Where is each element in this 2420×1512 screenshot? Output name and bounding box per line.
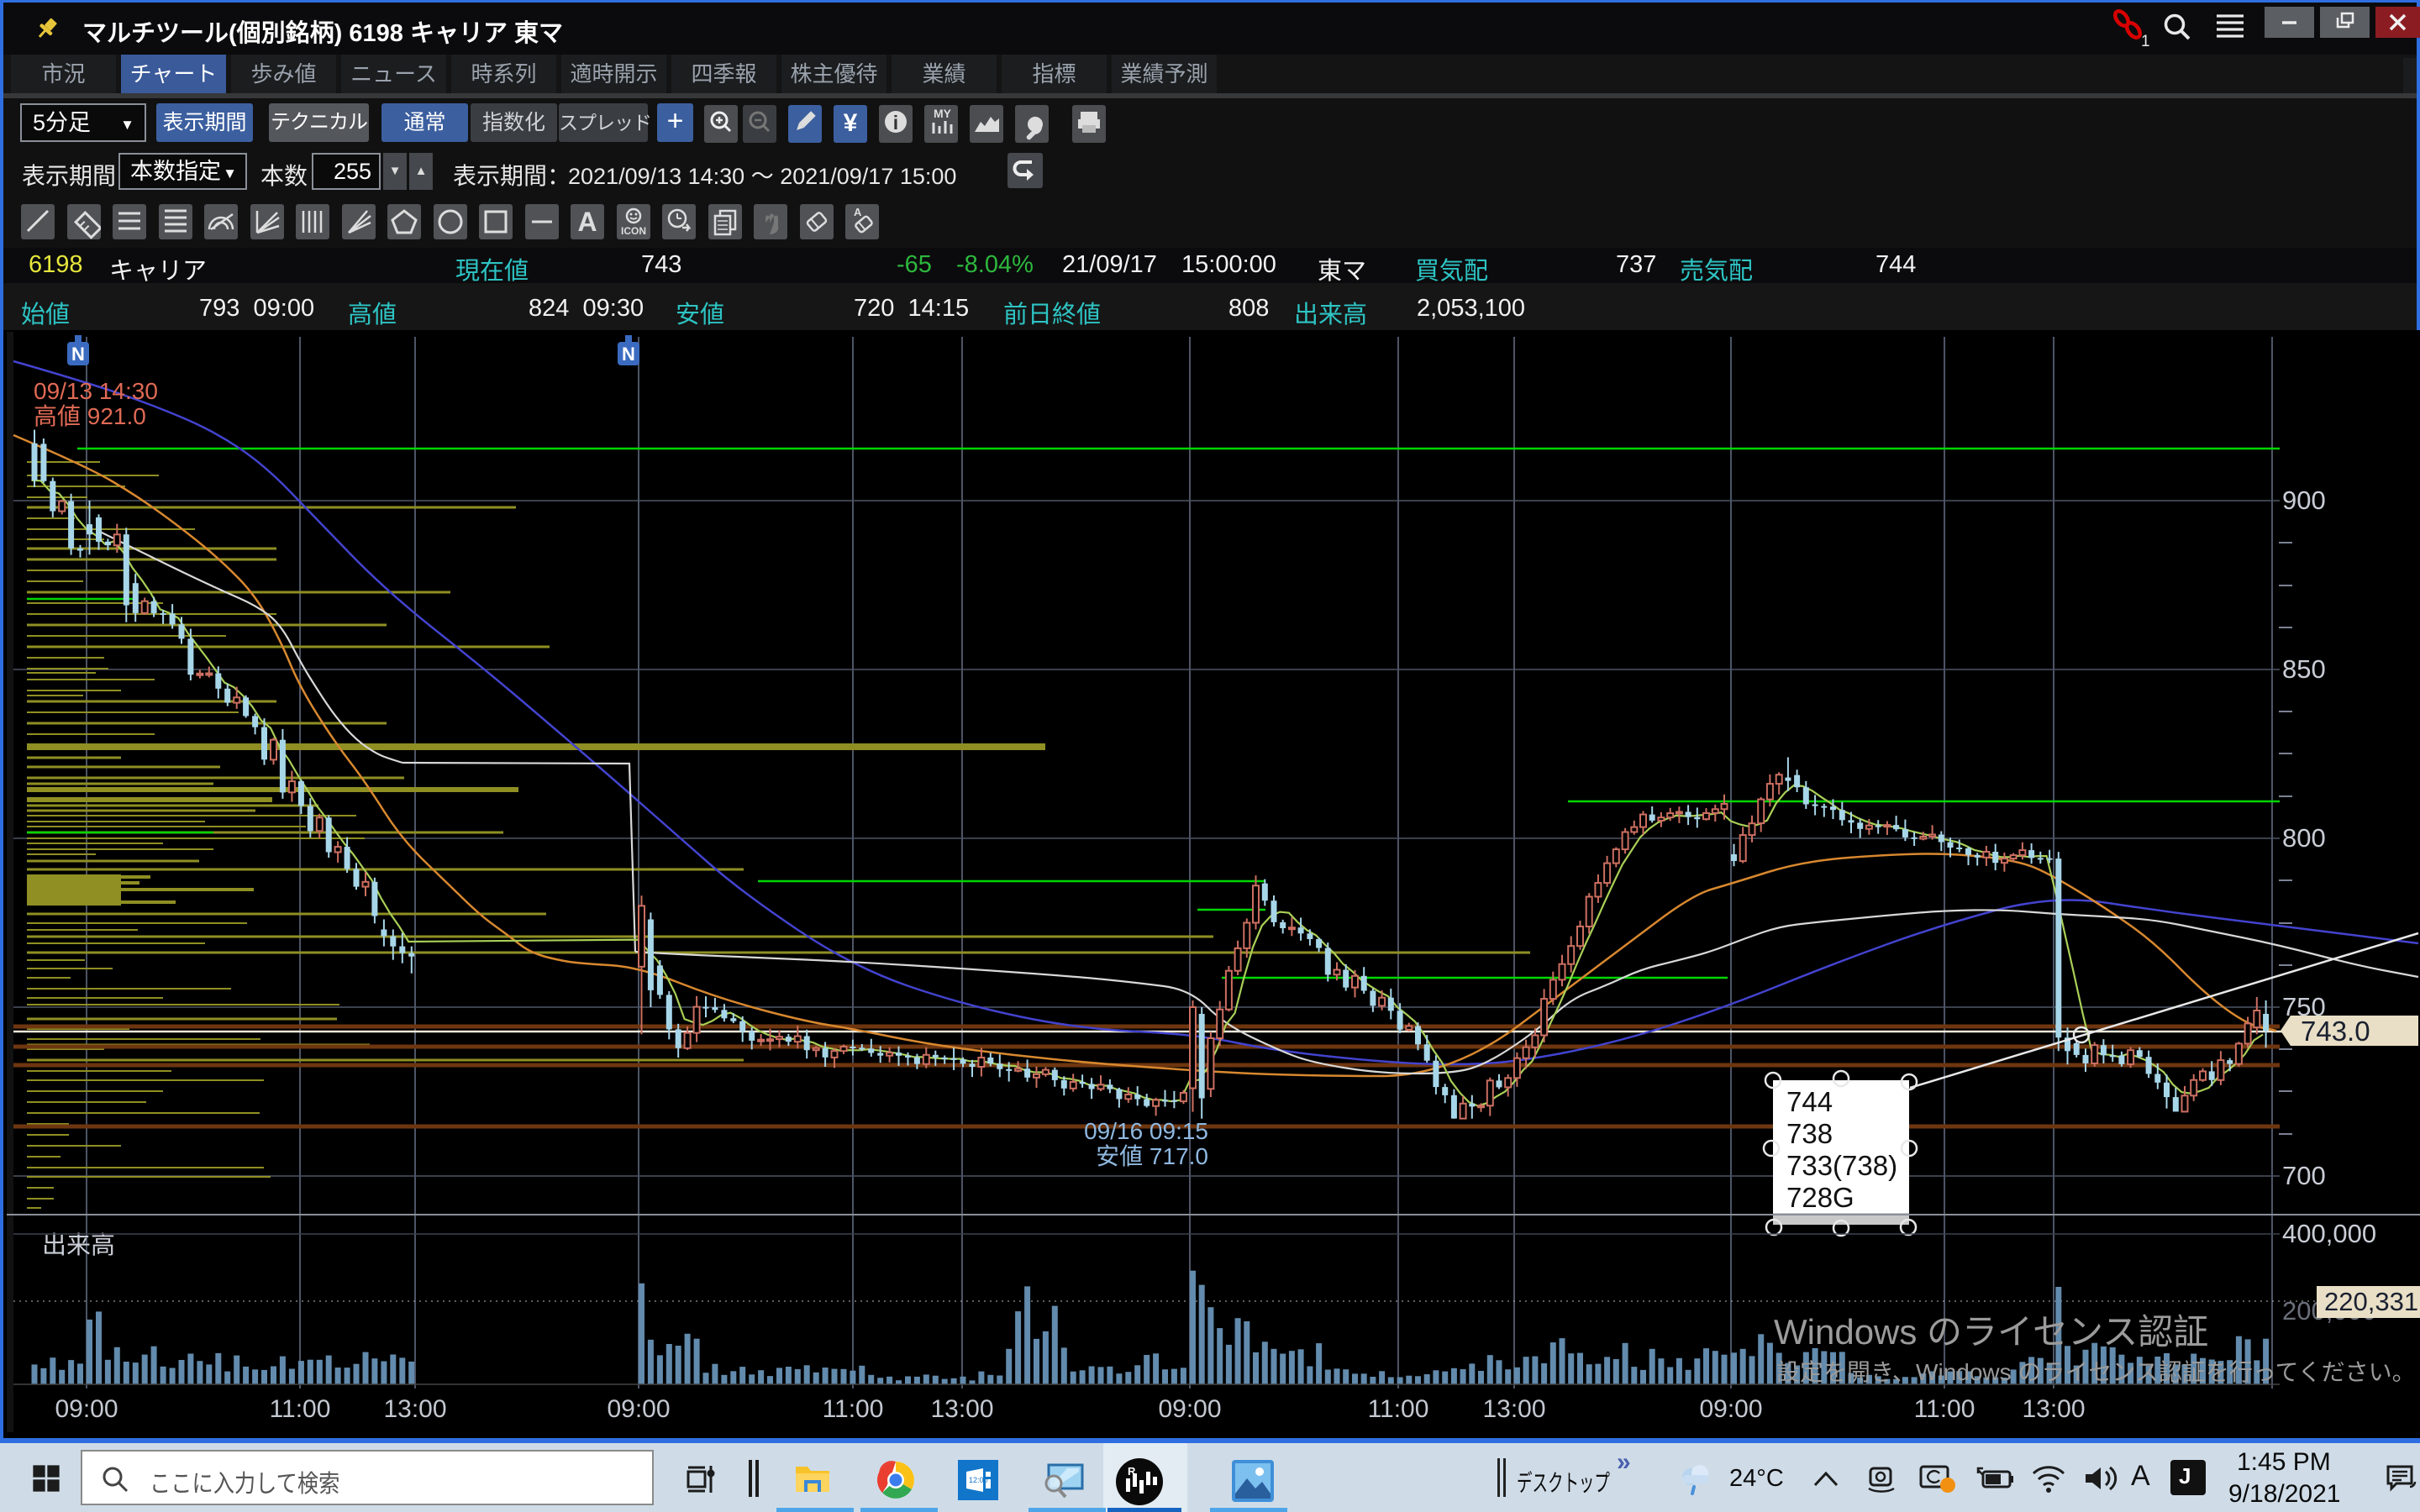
svg-text:12:00: 12:00 xyxy=(969,1476,988,1484)
svg-text:700: 700 xyxy=(2282,1161,2326,1190)
svg-text:743.0: 743.0 xyxy=(2301,1016,2370,1047)
svg-text:MY: MY xyxy=(934,107,952,120)
svg-text:800: 800 xyxy=(2282,823,2326,853)
svg-text:09:00: 09:00 xyxy=(1158,1395,1221,1423)
svg-text:850: 850 xyxy=(2282,654,2326,684)
svg-text:09:00: 09:00 xyxy=(1699,1395,1762,1423)
svg-text:13:00: 13:00 xyxy=(383,1395,446,1423)
svg-text:ICON: ICON xyxy=(621,225,646,237)
svg-text:Windows のライセンス認証: Windows のライセンス認証 xyxy=(1774,1312,2208,1352)
svg-text:安値 717.0: 安値 717.0 xyxy=(1096,1143,1208,1169)
svg-text:13:00: 13:00 xyxy=(2022,1395,2085,1423)
svg-text:N: N xyxy=(71,344,85,365)
svg-text:13:00: 13:00 xyxy=(930,1395,993,1423)
svg-text:738: 738 xyxy=(1786,1118,1833,1149)
svg-text:900: 900 xyxy=(2282,486,2326,515)
svg-text:09/13 14:30: 09/13 14:30 xyxy=(34,378,158,404)
svg-text:11:00: 11:00 xyxy=(270,1395,331,1423)
svg-text:733(738): 733(738) xyxy=(1786,1150,1897,1181)
svg-text:09/16 09:15: 09/16 09:15 xyxy=(1084,1118,1208,1144)
svg-text:400,000: 400,000 xyxy=(2282,1219,2376,1248)
svg-text:¥: ¥ xyxy=(844,109,858,137)
svg-text:13:00: 13:00 xyxy=(1482,1395,1545,1423)
svg-text:11:00: 11:00 xyxy=(823,1395,884,1423)
svg-text:11:00: 11:00 xyxy=(1368,1395,1429,1423)
svg-text:出来高: 出来高 xyxy=(42,1231,115,1259)
svg-text:A: A xyxy=(577,207,597,237)
svg-text:高値 921.0: 高値 921.0 xyxy=(34,403,146,429)
svg-text:09:00: 09:00 xyxy=(55,1395,118,1423)
svg-text:R: R xyxy=(1128,1465,1136,1478)
svg-text:744: 744 xyxy=(1786,1086,1833,1117)
svg-text:1: 1 xyxy=(2141,33,2150,48)
svg-text:A: A xyxy=(854,206,862,218)
svg-text:設定を開き、Windows のライセンス認証を行ってください: 設定を開き、Windows のライセンス認証を行ってください。 xyxy=(1776,1359,2416,1385)
svg-text:09:00: 09:00 xyxy=(607,1395,670,1423)
svg-text:N: N xyxy=(622,344,635,365)
svg-text:220,331: 220,331 xyxy=(2324,1287,2418,1316)
svg-text:728G: 728G xyxy=(1786,1182,1854,1213)
svg-text:11:00: 11:00 xyxy=(1914,1395,1975,1423)
svg-text:i: i xyxy=(893,112,898,134)
